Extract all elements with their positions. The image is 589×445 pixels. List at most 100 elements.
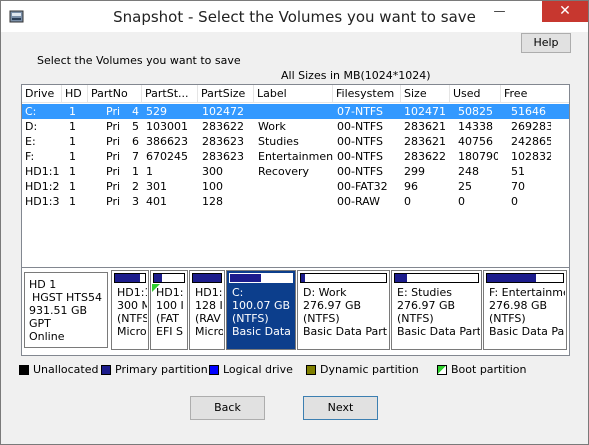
back-button[interactable]: Back — [190, 396, 265, 420]
close-button[interactable]: ✕ — [542, 1, 588, 22]
cell-drive: HD1:1 — [25, 165, 60, 178]
partition-block[interactable]: HD1: 100 I (FAT EFI S — [150, 270, 188, 350]
table-row[interactable]: C: 1 Pri 4 529 102472 07-NTFS 102471 50825 51646 — [22, 104, 569, 119]
cell-drive: C: — [25, 105, 37, 118]
cell-free: 102832 — [511, 150, 551, 163]
partition-block[interactable]: D: Work276.97 GB(NTFS)Basic Data Partiti… — [297, 270, 390, 350]
partition-line: (RAV — [195, 312, 221, 325]
partition-line: 276.98 GB — [489, 299, 548, 312]
partition-usage-bar — [486, 273, 564, 283]
legend-swatch — [19, 365, 29, 375]
partition-block[interactable]: F: Entertainment276.98 GB(NTFS)Basic Dat… — [483, 270, 567, 350]
sizes-note: All Sizes in MB(1024*1024) — [281, 69, 431, 82]
partition-usage-bar — [300, 273, 387, 283]
cell-partsize: 102472 — [202, 105, 244, 118]
cell-used: 25 — [458, 180, 472, 193]
cell-hd: 1 — [69, 120, 76, 133]
table-row[interactable]: HD1:1 1 Pri 1 1 300 Recovery 00-NTFS 299 248 51 — [22, 164, 569, 179]
cell-drive: HD1:2 — [25, 180, 60, 193]
cell-drive: HD1:3 — [25, 195, 60, 208]
partition-text: D: Work276.97 GB(NTFS)Basic Data Partiti… — [303, 286, 388, 338]
column-header-drive[interactable]: Drive — [22, 85, 62, 102]
partition-block[interactable]: C: 100.07 GB (NTFS) Basic Data F — [226, 270, 296, 350]
next-button[interactable]: Next — [303, 396, 378, 420]
partition-block[interactable]: E: Studies 276.97 GB (NTFS) Basic Data Part… — [391, 270, 482, 350]
cell-size: 283621 — [404, 120, 446, 133]
legend-swatch — [209, 365, 219, 375]
table-header: Drive HD PartNo PartSt... PartSize Label… — [22, 85, 569, 103]
disk-status: Online — [29, 330, 65, 343]
cell-hd: 1 — [69, 105, 76, 118]
column-header-hd[interactable]: HD — [62, 85, 88, 102]
partition-block[interactable]: HD1:1300 M(NTFSMicros — [111, 270, 149, 350]
column-header-label[interactable]: Label — [254, 85, 333, 102]
partition-line: (NTFS) — [397, 312, 434, 325]
column-header-free[interactable]: Free — [501, 85, 569, 102]
cell-partstart: 103001 — [146, 120, 188, 133]
cell-used: 40756 — [458, 135, 493, 148]
cell-partno-number: 2 — [132, 180, 139, 193]
cell-partsize: 283622 — [202, 120, 244, 133]
cell-partstart: 670245 — [146, 150, 188, 163]
table-row[interactable]: F: 1 Pri 7 670245 283623 Entertainment 00-NTFS 2… — [22, 149, 569, 164]
partition-usage-bar — [229, 273, 293, 283]
cell-partno-number: 4 — [132, 105, 139, 118]
legend-label: Logical drive — [223, 363, 293, 376]
cell-fs: 00-NTFS — [337, 150, 384, 163]
cell-hd: 1 — [69, 195, 76, 208]
cell-partno-number: 5 — [132, 120, 139, 133]
partition-line: 100 I — [156, 299, 184, 312]
legend-swatch — [101, 365, 111, 375]
partition-block[interactable]: HD1: 128 I (RAV Micro — [189, 270, 225, 350]
partition-line: (NTFS) — [489, 312, 526, 325]
column-header-partno[interactable]: PartNo — [88, 85, 142, 102]
cell-used: 50825 — [458, 105, 493, 118]
cell-partno-wrap: 1 — [106, 164, 146, 179]
legend: Unallocated Primary partition Logical driv… — [19, 363, 579, 377]
cell-fs: 00-NTFS — [337, 120, 384, 133]
legend-swatch — [437, 365, 447, 375]
partition-line: Basic Data F — [232, 325, 294, 338]
legend-label: Dynamic partition — [320, 363, 419, 376]
partition-text: HD1: 100 I (FAT EFI S — [156, 286, 186, 338]
cell-partsize: 283623 — [202, 150, 244, 163]
cell-label: Entertainment — [258, 150, 333, 163]
column-header-used[interactable]: Used — [450, 85, 501, 102]
column-header-partstart[interactable]: PartSt... — [142, 85, 198, 102]
partition-line: Basic Data Partition — [489, 325, 565, 338]
volumes-table[interactable]: Drive HD PartNo PartSt... PartSize Label… — [21, 84, 570, 290]
cell-label — [258, 194, 333, 209]
cell-fs: 00-RAW — [337, 195, 380, 208]
cell-size: 0 — [404, 195, 411, 208]
legend-item: Logical drive — [209, 363, 293, 377]
cell-partstart: 401 — [146, 195, 167, 208]
cell-partno-number: 6 — [132, 135, 139, 148]
table-row[interactable]: D: 1 Pri 5 103001 283622 Work 00-NTFS 283621 1433… — [22, 119, 569, 134]
cell-free: 269283 — [511, 120, 551, 133]
cell-free: 51646 — [511, 105, 546, 118]
table-row[interactable]: HD1:2 1 Pri 2 301 100 00-FAT32 96 25 70 — [22, 179, 569, 194]
help-button[interactable]: Help — [521, 33, 571, 53]
cell-partno-number: 3 — [132, 195, 139, 208]
cell-label: Studies — [258, 135, 299, 148]
minimize-button[interactable]: — — [483, 1, 516, 22]
partition-line: 128 I — [195, 299, 223, 312]
disk-info[interactable]: HD 1 HGST HTS54 931.51 GB GPT Online — [24, 272, 108, 348]
legend-item: Boot partition — [437, 363, 527, 377]
partition-usage-fill — [154, 274, 162, 282]
table-row[interactable]: HD1:3 1 Pri 3 401 128 00-RAW 0 0 0 — [22, 194, 569, 209]
table-row[interactable]: E: 1 Pri 6 386623 283623 Studies 00-NTFS 283621 4… — [22, 134, 569, 149]
cell-partstart: 386623 — [146, 135, 188, 148]
cell-drive: D: — [25, 120, 38, 133]
partition-line: E: Studies — [397, 286, 452, 299]
partition-text: E: Studies 276.97 GB (NTFS) Basic Data Part… — [397, 286, 480, 338]
cell-hd: 1 — [69, 165, 76, 178]
cell-size: 102471 — [404, 105, 446, 118]
disk-model: HGST HTS54 — [32, 291, 102, 304]
column-header-size[interactable]: Size — [401, 85, 450, 102]
title-bar: Snapshot - Select the Volumes you want t… — [1, 1, 588, 32]
partition-line: Basic Data Partition — [303, 325, 388, 338]
partition-line: HD1:1 — [117, 286, 147, 299]
column-header-filesystem[interactable]: Filesystem — [333, 85, 401, 102]
column-header-partsize[interactable]: PartSize — [198, 85, 254, 102]
